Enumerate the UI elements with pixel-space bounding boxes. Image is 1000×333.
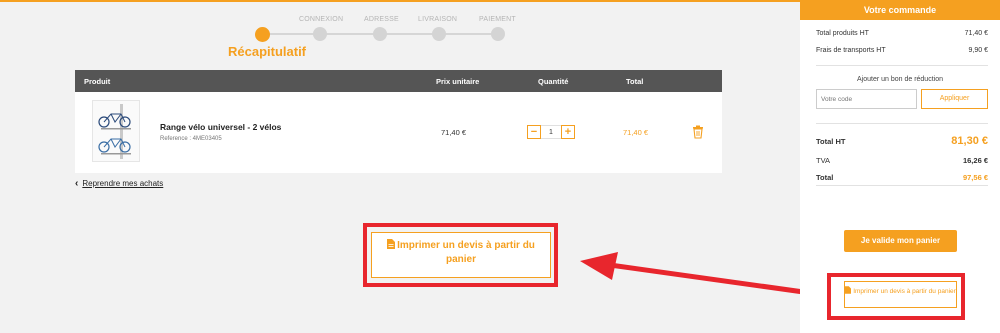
summary-row-shipping: Frais de transports HT 9,90 € xyxy=(816,47,988,54)
unit-price: 71,40 € xyxy=(441,128,467,137)
divider xyxy=(816,185,988,186)
summary-shipping-label: Frais de transports HT xyxy=(816,47,886,54)
step-label-recap: Récapitulatif xyxy=(228,44,307,59)
order-summary-sidebar: Votre commande Total produits HT 71,40 €… xyxy=(800,0,1000,333)
total-value: 97,56 € xyxy=(962,173,988,182)
apply-promo-button[interactable]: Appliquer xyxy=(921,89,988,109)
red-arrow-annotation xyxy=(580,252,826,298)
continue-shopping-link[interactable]: ‹ Reprendre mes achats xyxy=(75,178,163,189)
summary-products-label: Total produits HT xyxy=(816,30,869,37)
step-dot-livraison[interactable] xyxy=(432,27,446,41)
cart-table: Produit Prix unitaire Quantité Total Ran… xyxy=(75,70,722,173)
divider xyxy=(816,65,988,66)
tva-value: 16,26 € xyxy=(962,156,988,165)
quantity-input[interactable]: 1 xyxy=(541,124,561,139)
step-label-connexion: CONNEXION xyxy=(299,16,344,23)
top-accent-line xyxy=(0,0,800,2)
quantity-decrease-button[interactable]: − xyxy=(527,124,541,139)
print-quote-button[interactable]: Imprimer un devis à partir du panier xyxy=(371,232,551,278)
summary-shipping-value: 9,90 € xyxy=(968,47,988,54)
print-quote-label: Imprimer un devis à partir du panier xyxy=(397,240,535,265)
promo-title: Ajouter un bon de réduction xyxy=(856,76,943,83)
total-ht-label: Total HT xyxy=(816,136,846,146)
bike-rack-product-image[interactable] xyxy=(92,100,140,162)
line-total: 71,40 € xyxy=(623,128,649,137)
total-label: Total xyxy=(816,173,834,182)
promo-code-input[interactable] xyxy=(816,89,917,109)
continue-shopping-label: Reprendre mes achats xyxy=(82,179,164,188)
product-name[interactable]: Range vélo universel - 2 vélos xyxy=(160,122,281,132)
trash-icon[interactable] xyxy=(692,125,704,139)
column-header-product: Produit xyxy=(84,77,111,86)
order-summary-title: Votre commande xyxy=(800,0,1000,20)
step-label-paiement: PAIEMENT xyxy=(479,16,516,23)
total-ht-value: 81,30 € xyxy=(951,135,988,147)
document-icon xyxy=(845,286,852,297)
divider xyxy=(816,123,988,124)
step-label-livraison: LIVRAISON xyxy=(418,16,458,23)
column-header-quantity: Quantité xyxy=(538,77,569,86)
column-header-total: Total xyxy=(626,77,644,86)
summary-row-products: Total produits HT 71,40 € xyxy=(816,30,988,37)
summary-products-value: 71,40 € xyxy=(964,30,988,37)
column-header-unit-price: Prix unitaire xyxy=(436,77,480,86)
step-dot-adresse[interactable] xyxy=(373,27,387,41)
quantity-increase-button[interactable]: + xyxy=(561,124,575,139)
summary-row-total-ht: Total HT 81,30 € xyxy=(816,135,988,147)
document-icon xyxy=(387,239,396,253)
summary-row-tva: TVA 16,26 € xyxy=(816,156,988,165)
quantity-stepper: − 1 + xyxy=(527,124,575,139)
validate-cart-button[interactable]: Je valide mon panier xyxy=(844,230,957,252)
chevron-left-icon: ‹ xyxy=(75,178,79,189)
tva-label: TVA xyxy=(816,156,831,165)
step-label-adresse: ADRESSE xyxy=(364,16,399,23)
step-dot-recap xyxy=(255,27,270,42)
sidebar-print-quote-button[interactable]: Imprimer un devis à partir du panier xyxy=(844,281,957,308)
step-dot-paiement[interactable] xyxy=(491,27,505,41)
cart-table-header: Produit Prix unitaire Quantité Total xyxy=(75,70,722,92)
summary-row-total: Total 97,56 € xyxy=(816,173,988,182)
step-dot-connexion[interactable] xyxy=(313,27,327,41)
product-reference: Reference : 4ME03405 xyxy=(160,136,222,142)
sidebar-print-quote-label: Imprimer un devis à partir du panier xyxy=(853,288,956,295)
